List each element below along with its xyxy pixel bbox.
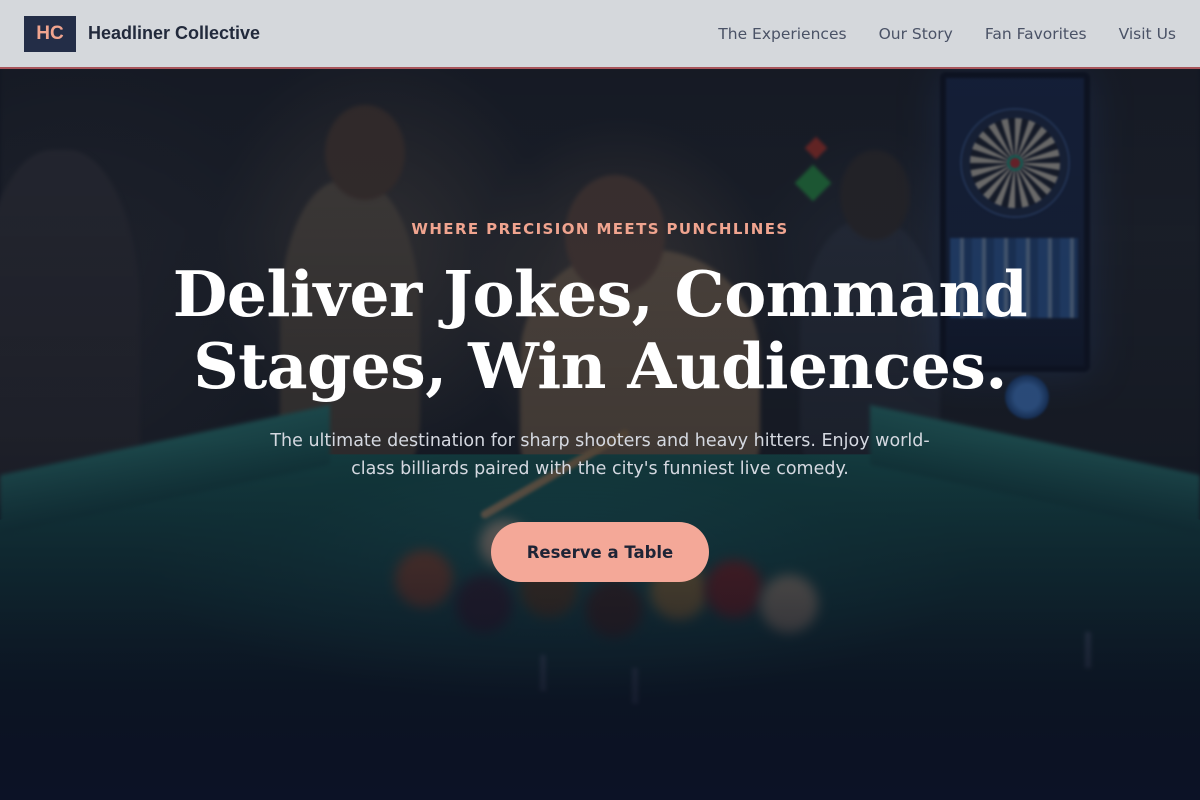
top-navbar: HC Headliner Collective The Experiences … [0, 0, 1200, 69]
brand-name[interactable]: Headliner Collective [88, 23, 260, 44]
hero-eyebrow: WHERE PRECISION MEETS PUNCHLINES [411, 220, 789, 238]
nav-links: The Experiences Our Story Fan Favorites … [718, 25, 1176, 43]
nav-link-visit-us[interactable]: Visit Us [1119, 25, 1176, 43]
reserve-table-button[interactable]: Reserve a Table [491, 522, 709, 582]
nav-link-fan-favorites[interactable]: Fan Favorites [985, 25, 1087, 43]
hero-headline: Deliver Jokes, Command Stages, Win Audie… [172, 257, 1028, 403]
logo[interactable]: HC [24, 15, 76, 52]
nav-link-our-story[interactable]: Our Story [879, 25, 953, 43]
nav-link-experiences[interactable]: The Experiences [718, 25, 846, 43]
hero-subtext: The ultimate destination for sharp shoot… [270, 431, 930, 479]
hero-content: WHERE PRECISION MEETS PUNCHLINES Deliver… [0, 0, 1200, 800]
